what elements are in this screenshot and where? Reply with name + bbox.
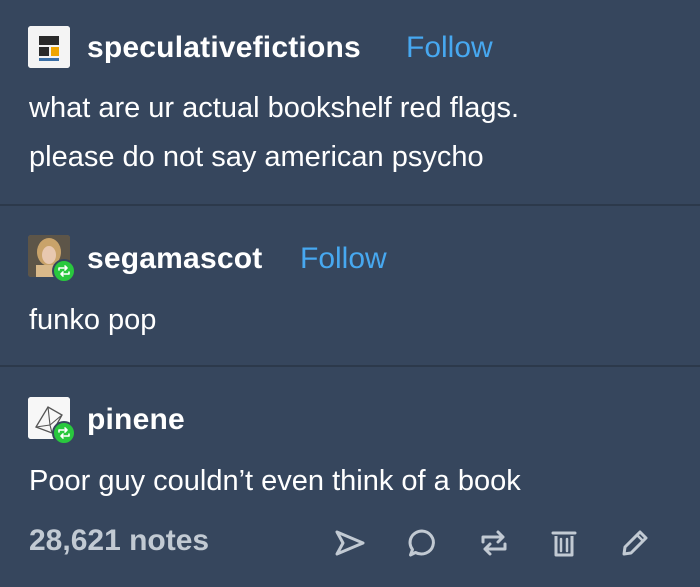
reblog-badge-icon <box>52 421 76 445</box>
post-segamascot: segamascot Follow funko pop <box>0 206 700 366</box>
trash-icon[interactable] <box>547 526 581 560</box>
pencil-icon[interactable] <box>618 526 652 560</box>
post-text-line: what are ur actual bookshelf red flags. <box>29 92 520 124</box>
follow-button[interactable]: Follow <box>300 242 387 276</box>
notes-count[interactable]: 28,621 notes <box>29 524 209 558</box>
post-text-line: funko pop <box>29 304 157 336</box>
username[interactable]: pinene <box>87 403 185 437</box>
comment-icon[interactable] <box>405 526 439 560</box>
avatar[interactable] <box>28 26 70 68</box>
reblog-icon[interactable] <box>477 526 511 560</box>
username[interactable]: speculativefictions <box>87 31 361 65</box>
username[interactable]: segamascot <box>87 242 262 276</box>
blog-avatar-blocks-icon <box>28 26 70 68</box>
send-icon[interactable] <box>333 526 367 560</box>
post-text-line: Poor guy couldn’t even think of a book <box>29 465 521 497</box>
post-speculativefictions: speculativefictions Follow what are ur a… <box>0 0 700 205</box>
follow-button[interactable]: Follow <box>406 31 493 65</box>
tumblr-post: speculativefictions Follow what are ur a… <box>0 0 700 587</box>
reblog-badge-icon <box>52 259 76 283</box>
post-text-line: please do not say american psycho <box>29 141 484 173</box>
